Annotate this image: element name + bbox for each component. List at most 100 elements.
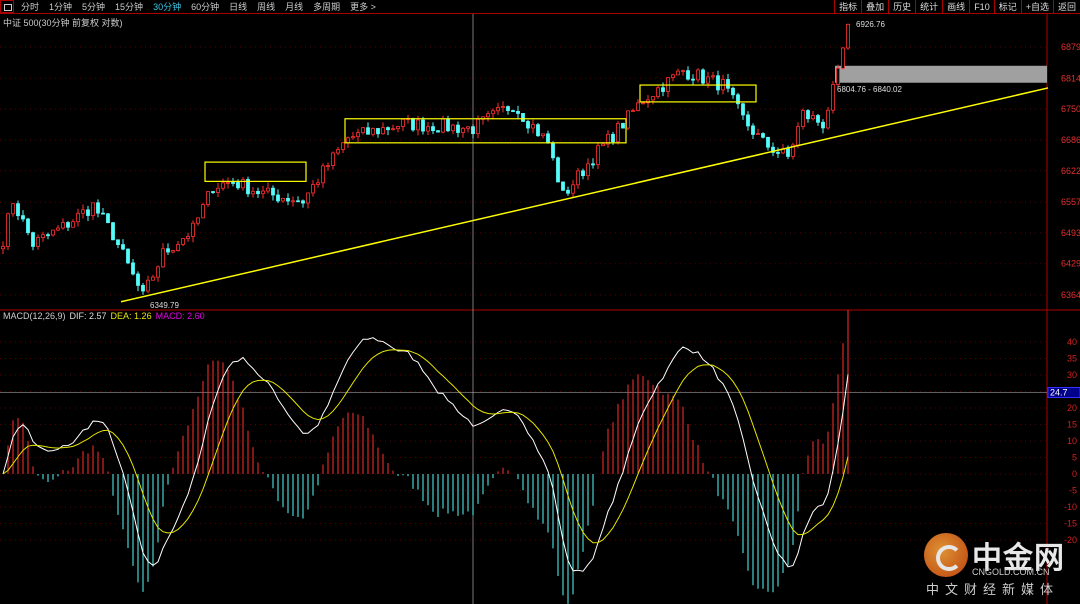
candle-body	[681, 70, 685, 73]
candle-body	[806, 110, 810, 120]
candle-body	[816, 115, 820, 123]
candle-body	[756, 133, 760, 135]
macd-tick-label: -5	[1069, 486, 1077, 496]
candle-body	[831, 84, 835, 111]
candle-body	[461, 127, 465, 133]
candle-body	[111, 222, 115, 241]
candle-body	[256, 190, 260, 195]
candle-body	[536, 124, 540, 137]
macd-tick-label: 0	[1072, 469, 1077, 479]
candle-body	[186, 236, 190, 239]
candle-body	[1, 245, 5, 250]
price-tick-label: 6814	[1061, 73, 1080, 83]
candle-body	[436, 130, 440, 133]
candle-body	[711, 75, 715, 78]
candle-body	[131, 262, 135, 275]
candle-body	[56, 227, 60, 231]
dea-line	[2, 349, 849, 544]
candle-body	[476, 118, 480, 135]
candle-body	[71, 221, 75, 228]
candle-body	[286, 197, 290, 202]
candle-body	[541, 133, 545, 137]
candle-body	[396, 126, 400, 130]
candle-body	[531, 124, 535, 129]
consolidation-box	[204, 161, 307, 182]
candle-body	[716, 75, 720, 91]
kline-chart[interactable]: 6879 6814 6750 6686 6622 6557 6493 6429 6364 40 35…	[0, 0, 1080, 604]
macd-dea: DEA: 1.26	[110, 311, 152, 321]
macd-value: MACD: 2.60	[155, 311, 205, 321]
candle-body	[351, 136, 355, 139]
candle-body	[511, 110, 515, 112]
candle-body	[581, 170, 585, 177]
chart-title: 中证 500(30分钟 前复权 对数)	[3, 18, 123, 28]
candle-body	[196, 217, 200, 224]
candle-body	[261, 190, 265, 195]
candle-body	[166, 248, 170, 253]
candle-body	[306, 192, 310, 204]
watermark-logo: 中金网 CNGOLD.COM.CN 中文财经新媒体	[922, 533, 1080, 603]
candle-body	[556, 157, 560, 183]
candle-body	[506, 106, 510, 111]
candle-body	[576, 170, 580, 186]
candle-body	[641, 102, 645, 105]
logo-icon	[924, 533, 968, 577]
candle-body	[726, 79, 730, 89]
candle-body	[176, 244, 180, 251]
candle-body	[281, 197, 285, 202]
candle-body	[596, 145, 600, 165]
candle-body	[836, 67, 840, 85]
macd-tick-label: 20	[1067, 403, 1077, 413]
candle-body	[361, 127, 365, 134]
candle-body	[156, 266, 160, 278]
candle-body	[126, 248, 130, 264]
candle-body	[786, 148, 790, 157]
candle-body	[386, 127, 390, 131]
candle-body	[61, 222, 65, 229]
candle-body	[36, 237, 40, 247]
price-tick-label: 6493	[1061, 228, 1080, 238]
macd-tick-label: 5	[1072, 453, 1077, 463]
candle-body	[226, 182, 230, 184]
candle-body	[31, 232, 35, 247]
candle-body	[341, 142, 345, 150]
candle-body	[171, 250, 175, 253]
candle-body	[211, 191, 215, 193]
price-tick-label: 6750	[1061, 104, 1080, 114]
candle-body	[11, 203, 15, 215]
candle-body	[696, 69, 700, 81]
candle-body	[801, 110, 805, 128]
candle-body	[741, 103, 745, 116]
candle-body	[501, 106, 505, 108]
candle-body	[101, 212, 105, 215]
candle-body	[86, 209, 90, 216]
crosshair-value: 24.7	[1050, 387, 1068, 397]
macd-tick-label: 15	[1067, 420, 1077, 430]
candle-body	[66, 222, 70, 228]
candle-body	[136, 273, 140, 286]
high-label: 6926.76	[856, 20, 885, 29]
candle-body	[486, 113, 490, 118]
candle-body	[326, 165, 330, 168]
macd-tick-label: -15	[1064, 519, 1077, 529]
candle-body	[751, 125, 755, 135]
candle-body	[656, 87, 660, 97]
candle-body	[616, 123, 620, 143]
price-zone	[835, 65, 1047, 83]
candle-body	[776, 152, 780, 154]
logo-slogan: 中文财经新媒体	[926, 582, 1060, 597]
candle-body	[611, 133, 615, 143]
candle-body	[21, 215, 25, 220]
candle-body	[446, 118, 450, 132]
candle-body	[16, 203, 20, 217]
candle-body	[311, 184, 315, 194]
candle-body	[6, 213, 10, 247]
macd-tick-label: 40	[1067, 337, 1077, 347]
candle-body	[621, 123, 625, 129]
macd-name: MACD(12,26,9)	[3, 311, 66, 321]
candle-body	[51, 229, 55, 236]
macd-tick-label: 30	[1067, 370, 1077, 380]
candle-body	[591, 163, 595, 166]
candle-body	[81, 209, 85, 214]
candle-body	[331, 152, 335, 167]
